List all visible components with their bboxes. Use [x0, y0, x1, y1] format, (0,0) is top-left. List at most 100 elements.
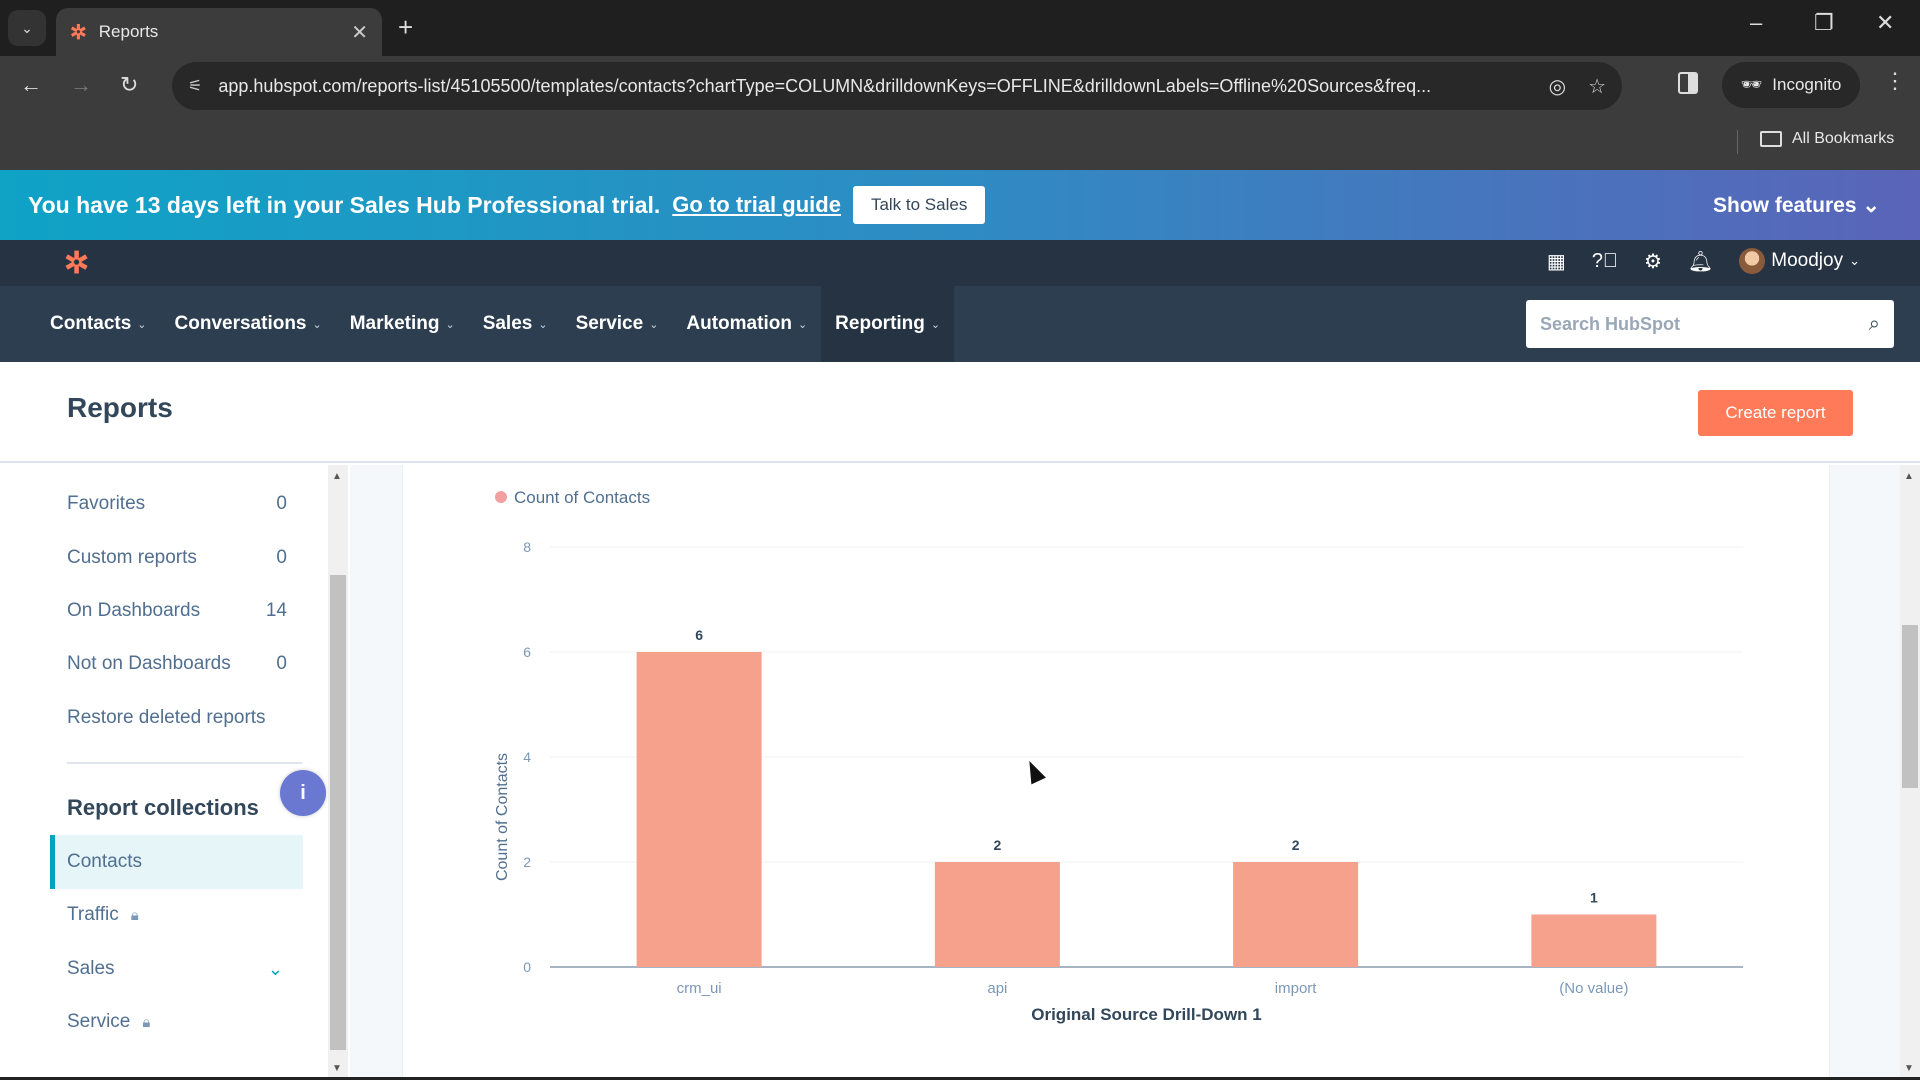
close-window-icon[interactable]: ✕ [1876, 10, 1894, 36]
minimize-icon[interactable]: – [1750, 10, 1762, 36]
chevron-down-icon: ⌄ [1862, 193, 1880, 217]
nav-label: Contacts [50, 313, 132, 334]
eye-off-icon[interactable]: ◎ [1549, 74, 1566, 99]
user-name: Moodjoy [1771, 250, 1844, 271]
collection-sales[interactable]: Sales ⌄ [50, 942, 303, 996]
bookmark-star-icon[interactable]: ☆ [1588, 74, 1606, 99]
lock-icon: 🔒︎ [142, 1013, 151, 1031]
trial-banner: You have 13 days left in your Sales Hub … [0, 170, 1920, 240]
address-bar[interactable]: ⚟ app.hubspot.com/reports-list/45105500/… [172, 62, 1622, 110]
filter-count: 14 [265, 600, 287, 621]
hubspot-logo-icon[interactable]: ✲ [64, 246, 89, 281]
nav-marketing[interactable]: Marketing ⌄ [336, 286, 469, 362]
data-label: 2 [993, 837, 1001, 853]
forward-icon[interactable]: → [70, 72, 92, 98]
report-preview-area: Count of Contacts 0 2 4 6 8 6 2 2 1 crm_ui api im… [350, 465, 1900, 1080]
trial-guide-link[interactable]: Go to trial guide [672, 192, 841, 218]
x-tick-label: (No value) [1559, 980, 1628, 997]
chevron-down-icon: ⌄ [797, 318, 808, 331]
data-label: 2 [1292, 837, 1300, 853]
nav-sales[interactable]: Sales ⌄ [469, 286, 562, 362]
bookmarks-divider [1737, 130, 1738, 154]
filter-favorites[interactable]: Favorites 0 [67, 493, 287, 515]
tab-list-button[interactable]: ⌄ [8, 10, 46, 46]
side-panel-icon[interactable] [1678, 72, 1698, 94]
nav-automation[interactable]: Automation ⌄ [672, 286, 821, 362]
nav-label: Marketing [349, 313, 440, 334]
main-scroll-thumb[interactable] [1902, 625, 1918, 788]
avatar [1739, 248, 1766, 274]
back-icon[interactable]: ← [20, 72, 42, 98]
chart-card: Count of Contacts 0 2 4 6 8 6 2 2 1 crm_ui api im… [402, 465, 1830, 1080]
incognito-indicator[interactable]: 🕶 Incognito [1722, 62, 1860, 108]
url-text[interactable]: app.hubspot.com/reports-list/45105500/te… [218, 76, 1526, 97]
search-icon[interactable]: ⌕ [1869, 313, 1880, 336]
filter-on-dashboards[interactable]: On Dashboards 14 [67, 600, 287, 622]
help-icon[interactable]: ?⃝ [1592, 250, 1618, 273]
chevron-down-icon: ⌄ [312, 318, 322, 331]
sidebar-scroll-thumb[interactable] [330, 575, 346, 1050]
marketplace-icon[interactable]: ▦ [1547, 249, 1566, 274]
create-report-button[interactable]: Create report [1698, 390, 1853, 436]
y-tick-label: 8 [523, 539, 531, 555]
nav-contacts[interactable]: Contacts ⌄ [36, 286, 161, 362]
restore-icon[interactable]: ❐ [1814, 10, 1834, 36]
close-tab-icon[interactable]: ✕ [351, 20, 368, 45]
chevron-down-icon[interactable]: ⌄ [268, 959, 283, 980]
sidebar-divider [67, 762, 302, 764]
browser-toolbar: ← → ↻ ⚟ app.hubspot.com/reports-list/451… [0, 56, 1920, 116]
notifications-bell-icon[interactable]: 🔔︎ [1688, 249, 1713, 274]
folder-icon [1760, 131, 1782, 147]
info-icon[interactable]: i [280, 770, 326, 816]
scroll-up-arrow-icon[interactable]: ▲ [1904, 471, 1914, 482]
x-tick-label: crm_ui [677, 980, 722, 997]
filter-label: On Dashboards [67, 600, 201, 621]
search-input[interactable] [1540, 313, 1869, 335]
bar [636, 652, 762, 967]
scroll-up-arrow-icon[interactable]: ▲ [332, 471, 342, 482]
y-tick-label: 6 [523, 644, 531, 660]
reload-icon[interactable]: ↻ [120, 72, 138, 98]
browser-tab[interactable]: ✲ Reports ✕ [56, 8, 382, 56]
scroll-down-arrow-icon[interactable]: ▼ [332, 1063, 342, 1074]
browser-menu-icon[interactable]: ⋮ [1884, 68, 1906, 94]
all-bookmarks-label: All Bookmarks [1792, 130, 1895, 147]
chart-legend: Count of Contacts [495, 488, 650, 507]
data-label: 1 [1590, 890, 1598, 906]
talk-to-sales-button[interactable]: Talk to Sales [852, 186, 986, 224]
scroll-down-arrow-icon[interactable]: ▼ [1904, 1063, 1914, 1074]
chevron-down-icon: ⌄ [137, 318, 147, 331]
sidebar-scrollbar[interactable]: ▲ ▼ [328, 465, 348, 1080]
collection-label: Traffic [67, 904, 119, 925]
x-axis-label: Original Source Drill-Down 1 [1031, 1005, 1261, 1024]
collection-contacts[interactable]: Contacts [50, 835, 303, 889]
nav-reporting[interactable]: Reporting ⌄ [821, 286, 955, 362]
chevron-down-icon: ⌄ [538, 318, 548, 331]
bookmarks-bar: All Bookmarks [0, 116, 1920, 170]
collection-traffic[interactable]: Traffic 🔒︎ [50, 888, 303, 942]
y-axis-label: Count of Contacts [494, 753, 511, 881]
filter-count: 0 [276, 653, 287, 674]
hubspot-main-nav: Contacts ⌄ Conversations ⌄ Marketing ⌄ Sale… [0, 286, 1920, 362]
show-features-button[interactable]: Show features ⌄ [1713, 193, 1880, 218]
filter-count: 0 [276, 547, 287, 568]
nav-conversations[interactable]: Conversations ⌄ [161, 286, 336, 362]
account-menu[interactable]: Moodjoy ⌄ [1739, 248, 1860, 274]
filter-label: Not on Dashboards [67, 653, 231, 674]
main-scrollbar[interactable]: ▲ ▼ [1900, 465, 1920, 1080]
collection-service[interactable]: Service 🔒︎ [50, 995, 303, 1049]
x-tick-label: import [1275, 980, 1318, 997]
chevron-down-icon: ⌄ [1849, 253, 1860, 268]
site-info-icon[interactable]: ⚟ [188, 76, 202, 96]
filter-not-on-dashboards[interactable]: Not on Dashboards 0 [67, 653, 287, 675]
data-label: 6 [695, 627, 703, 643]
settings-gear-icon[interactable]: ⚙ [1644, 249, 1662, 274]
restore-deleted-reports-link[interactable]: Restore deleted reports [67, 707, 287, 729]
nav-service[interactable]: Service ⌄ [562, 286, 673, 362]
all-bookmarks-button[interactable]: All Bookmarks [1760, 130, 1894, 148]
filter-label: Restore deleted reports [67, 707, 266, 728]
filter-custom-reports[interactable]: Custom reports 0 [67, 547, 287, 569]
new-tab-button[interactable]: + [398, 12, 413, 43]
reports-sidebar: Favorites 0 Custom reports 0 On Dashboar… [0, 465, 348, 1080]
chevron-down-icon: ⌄ [445, 318, 455, 331]
